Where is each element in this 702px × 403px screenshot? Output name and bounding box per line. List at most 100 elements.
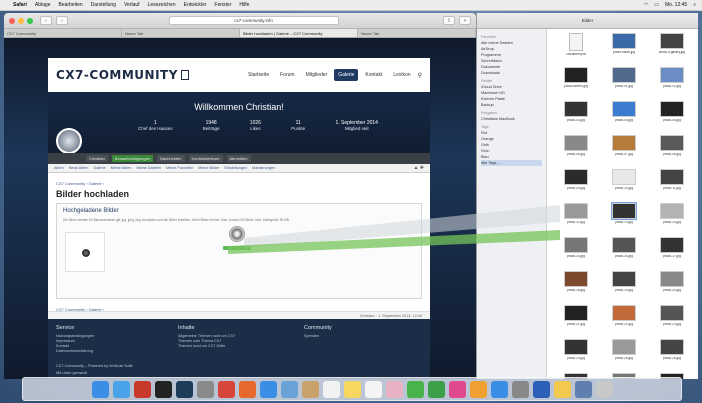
downloads-icon[interactable] (574, 380, 592, 398)
subnav-item[interactable]: Galerie (93, 166, 105, 170)
avatar[interactable] (56, 128, 82, 154)
menu-item[interactable]: Lesezeichen (148, 2, 176, 8)
photos-icon[interactable] (385, 380, 403, 398)
file-item[interactable]: photo-19.jpg (601, 271, 647, 301)
file-item[interactable]: photo-22.jpg (601, 305, 647, 335)
facetime-icon[interactable] (427, 380, 445, 398)
nav-galerie[interactable]: Galerie (334, 69, 359, 81)
file-item[interactable]: photo-02.jpg (649, 67, 695, 97)
browser-tab[interactable]: Neuer Tab (358, 29, 476, 37)
file-item[interactable]: photo-06.jpg (553, 135, 599, 165)
firefox-icon[interactable] (238, 380, 256, 398)
footer-link[interactable]: Themen rund um CX7 Oldie (178, 344, 288, 349)
sidebar-item[interactable]: Christians MacBook (481, 116, 542, 122)
menu-item[interactable]: Verlauf (124, 2, 140, 8)
sidebar-item[interactable]: Downloads (481, 70, 542, 76)
file-item[interactable]: photo-14.jpg (649, 203, 695, 233)
footer-link[interactable]: Datenschutzerklärung (56, 349, 166, 354)
clock[interactable]: Mo. 12:45 (665, 2, 687, 8)
file-item[interactable]: photo-01.jpg (601, 67, 647, 97)
back-button[interactable]: ‹ (40, 16, 52, 25)
file-item[interactable]: photo-23.jpg (649, 305, 695, 335)
menu-item[interactable]: Entwickler (184, 2, 207, 8)
trash-icon[interactable] (595, 380, 613, 398)
site-logo[interactable]: CX7-COMMUNITY (56, 68, 178, 82)
nav-lexikon[interactable]: Lexikon (389, 69, 414, 81)
photoshop-icon[interactable] (175, 380, 193, 398)
quill-icon[interactable] (553, 380, 571, 398)
app-store-icon[interactable] (112, 380, 130, 398)
nav-kontakt[interactable]: Kontakt (361, 69, 386, 81)
ibooks-icon[interactable] (469, 380, 487, 398)
contacts-icon[interactable] (301, 380, 319, 398)
safari-icon[interactable] (259, 380, 277, 398)
system-prefs-icon[interactable] (511, 380, 529, 398)
word-icon[interactable] (532, 380, 550, 398)
file-item[interactable]: Dokument.pdf (553, 33, 599, 63)
footer-link[interactable]: Spenden (304, 334, 414, 339)
file-item[interactable]: photo-13.jpg (601, 202, 647, 233)
file-item[interactable]: photo-17.jpg (649, 237, 695, 267)
new-tab-button[interactable]: + (459, 16, 471, 25)
menu-item[interactable]: Fenster (214, 2, 231, 8)
subnav-item[interactable]: Einstellungen (224, 166, 247, 170)
search-icon[interactable]: ⌕ (693, 2, 696, 8)
share-button[interactable]: ⇪ (443, 16, 455, 25)
subnav-item[interactable]: Alben (54, 166, 64, 170)
file-item[interactable]: photo-11.jpg (649, 169, 695, 199)
finder-icon[interactable] (91, 380, 109, 398)
userbar-item[interactable]: Abmelden (226, 155, 251, 162)
subnav-item[interactable]: Meine Dateien (137, 166, 161, 170)
battery-icon[interactable]: ▭ (654, 2, 659, 8)
nav-startseite[interactable]: Startseite (244, 69, 273, 81)
file-item[interactable]: photo-15.jpg (553, 237, 599, 267)
file-item[interactable]: photo-21.jpg (553, 305, 599, 335)
file-item[interactable]: photo-25.jpg (601, 339, 647, 369)
notes-icon[interactable] (343, 380, 361, 398)
fullscreen-icon[interactable] (27, 17, 33, 24)
uploaded-image-thumbnail[interactable] (65, 232, 105, 272)
wifi-icon[interactable]: ◠ (644, 2, 648, 8)
sidebar-tag[interactable]: Alle Tags … (481, 160, 542, 166)
userbar-item[interactable]: Kontrollzentrum (188, 155, 223, 162)
menu-item[interactable]: Ablage (35, 2, 51, 8)
itunes-icon[interactable] (448, 380, 466, 398)
file-item[interactable]: photo-05.jpg (649, 101, 695, 131)
messages-icon[interactable] (406, 380, 424, 398)
menu-item[interactable]: Safari (13, 2, 27, 8)
terminal-icon[interactable] (154, 380, 172, 398)
file-item[interactable]: photo-18.jpg (553, 271, 599, 301)
reminders-icon[interactable] (364, 380, 382, 398)
preview-icon[interactable] (280, 380, 298, 398)
nav-forum[interactable]: Forum (276, 69, 298, 81)
browser-tab[interactable]: Neuer Tab (122, 29, 240, 37)
file-item[interactable]: photo-24.jpg (553, 339, 599, 369)
file-item[interactable]: photo-10.jpg (601, 169, 647, 199)
menu-item[interactable]: Darstellung (91, 2, 116, 8)
userbar-item[interactable]: Christian (86, 155, 108, 162)
browser-tab-active[interactable]: Bilder hochladen | Galerie – CX7 Communi… (240, 29, 358, 37)
file-item[interactable]: photo-screen.jpg (553, 67, 599, 97)
menu-item[interactable]: Hilfe (239, 2, 249, 8)
breadcrumb[interactable]: CX7 Community › Galerie › (56, 181, 104, 186)
file-item[interactable]: photo-26.jpg (649, 339, 695, 369)
file-item[interactable]: photo-03.jpg (553, 101, 599, 131)
upload-dropzone[interactable]: Hochgeladene Bilder Die Bilder werden fü… (56, 203, 422, 299)
minimize-icon[interactable] (18, 17, 24, 24)
file-item[interactable]: photo-09.jpg (553, 169, 599, 199)
appstore2-icon[interactable] (490, 380, 508, 398)
subnav-item[interactable]: Meine Alben (111, 166, 132, 170)
file-item[interactable]: photo-ecran.jpg (601, 33, 647, 63)
file-item[interactable]: photo-07.jpg (601, 135, 647, 165)
subnav-item[interactable]: Meine Favoriten (166, 166, 193, 170)
browser-tab[interactable]: CX7 Community (4, 29, 122, 37)
file-item[interactable]: photo-20.jpg (649, 271, 695, 301)
sidebar-item[interactable]: Backup (481, 102, 542, 108)
filezilla-icon[interactable] (133, 380, 151, 398)
address-bar[interactable]: cx7-community.info (168, 16, 339, 25)
subnav-item[interactable]: Meine Bilder (198, 166, 219, 170)
nav-mitglieder[interactable]: Mitglieder (302, 69, 332, 81)
file-item[interactable]: photo-12.jpg (553, 203, 599, 233)
file-item[interactable]: photo-16.jpg (601, 237, 647, 267)
subnav-item[interactable]: Markierungen (252, 166, 275, 170)
